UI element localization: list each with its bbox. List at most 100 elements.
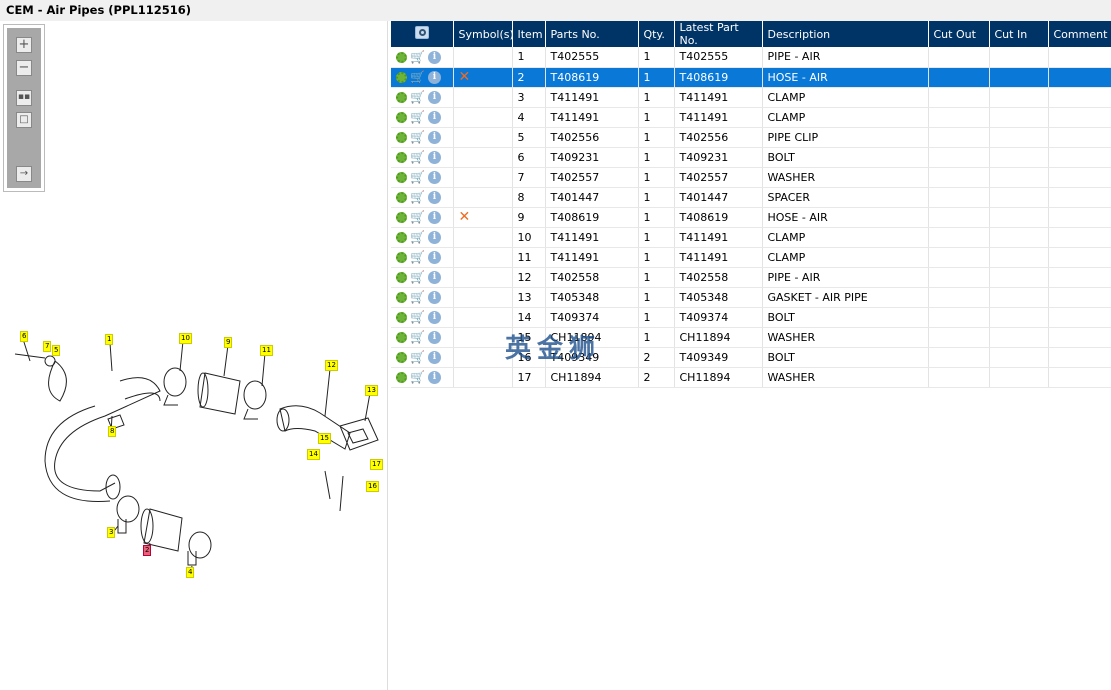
comment-cell: [1048, 107, 1111, 128]
callout-4[interactable]: 4: [186, 567, 195, 578]
column-header-parts-no[interactable]: Parts No.: [545, 21, 639, 47]
info-icon[interactable]: i: [428, 190, 441, 204]
gear-icon[interactable]: [396, 151, 407, 163]
column-header-cut-out[interactable]: Cut Out: [928, 21, 990, 47]
cart-icon[interactable]: 🛒: [410, 311, 425, 323]
info-icon[interactable]: i: [428, 110, 441, 124]
cart-icon[interactable]: 🛒: [410, 71, 425, 83]
column-header-item[interactable]: Item: [512, 21, 546, 47]
cart-icon[interactable]: 🛒: [410, 291, 425, 303]
cart-icon[interactable]: 🛒: [410, 151, 425, 163]
callout-10[interactable]: 10: [179, 333, 192, 344]
gear-icon[interactable]: [396, 231, 407, 243]
info-icon[interactable]: i: [428, 130, 441, 144]
callout-6[interactable]: 6: [20, 331, 29, 342]
callout-8[interactable]: 8: [108, 426, 117, 437]
callout-7[interactable]: 7: [43, 341, 52, 352]
table-row[interactable]: 🛒 i ✕ 9 T408619 1 T408619 HOSE - AIR: [391, 207, 1111, 228]
cart-icon[interactable]: 🛒: [410, 111, 425, 123]
gear-icon[interactable]: [396, 131, 407, 143]
info-icon[interactable]: i: [428, 330, 441, 344]
table-row[interactable]: 🛒 i 7 T402557 1 T402557 WASHER: [391, 167, 1111, 188]
info-icon[interactable]: i: [428, 310, 441, 324]
gear-icon[interactable]: [396, 91, 407, 103]
table-row[interactable]: 🛒 i 4 T411491 1 T411491 CLAMP: [391, 107, 1111, 128]
table-row[interactable]: 🛒 i 17 CH11894 2 CH11894 WASHER: [391, 367, 1111, 388]
callout-16[interactable]: 16: [366, 481, 379, 492]
callout-2[interactable]: 2: [143, 545, 152, 556]
gear-icon[interactable]: [396, 71, 407, 83]
info-icon[interactable]: i: [428, 270, 441, 284]
info-icon[interactable]: i: [428, 170, 441, 184]
gear-icon[interactable]: [396, 331, 407, 343]
callout-3[interactable]: 3: [107, 527, 116, 538]
column-header-symbols[interactable]: Symbol(s): [453, 21, 514, 47]
column-header-latest-part-no[interactable]: Latest Part No.: [674, 21, 763, 47]
table-row[interactable]: 🛒 i 1 T402555 1 T402555 PIPE - AIR: [391, 47, 1111, 68]
cart-icon[interactable]: 🛒: [410, 331, 425, 343]
gear-icon[interactable]: [396, 271, 407, 283]
cart-icon[interactable]: 🛒: [410, 351, 425, 363]
info-icon[interactable]: i: [428, 70, 441, 84]
table-row[interactable]: 🛒 i 10 T411491 1 T411491 CLAMP: [391, 227, 1111, 248]
cart-icon[interactable]: 🛒: [410, 271, 425, 283]
table-row[interactable]: 🛒 i 3 T411491 1 T411491 CLAMP: [391, 87, 1111, 108]
gear-icon[interactable]: [396, 51, 407, 63]
cart-icon[interactable]: 🛒: [410, 51, 425, 63]
gear-icon[interactable]: [396, 111, 407, 123]
callout-14[interactable]: 14: [307, 449, 320, 460]
table-row[interactable]: 🛒 i 16 T409349 2 T409349 BOLT: [391, 347, 1111, 368]
gear-icon[interactable]: [396, 351, 407, 363]
cart-icon[interactable]: 🛒: [410, 191, 425, 203]
cart-icon[interactable]: 🛒: [410, 171, 425, 183]
callout-11[interactable]: 11: [260, 345, 273, 356]
info-icon[interactable]: i: [428, 50, 441, 64]
table-row[interactable]: 🛒 i 15 CH11894 1 CH11894 WASHER: [391, 327, 1111, 348]
cart-icon[interactable]: 🛒: [410, 91, 425, 103]
callout-9[interactable]: 9: [224, 337, 233, 348]
info-icon[interactable]: i: [428, 150, 441, 164]
info-icon[interactable]: i: [428, 210, 441, 224]
info-icon[interactable]: i: [428, 250, 441, 264]
column-header-qty[interactable]: Qty.: [638, 21, 675, 47]
cut-out-cell: [928, 187, 990, 208]
cart-icon[interactable]: 🛒: [410, 251, 425, 263]
cart-icon[interactable]: 🛒: [410, 371, 425, 383]
info-icon[interactable]: i: [428, 90, 441, 104]
callout-5[interactable]: 5: [52, 345, 61, 356]
cart-icon[interactable]: 🛒: [410, 131, 425, 143]
search-list-icon[interactable]: [414, 26, 429, 39]
table-row[interactable]: 🛒 i 14 T409374 1 T409374 BOLT: [391, 307, 1111, 328]
callout-17[interactable]: 17: [370, 459, 383, 470]
gear-icon[interactable]: [396, 291, 407, 303]
table-row[interactable]: 🛒 i ✕ 2 T408619 1 T408619 HOSE - AIR: [391, 67, 1111, 88]
column-header-comment[interactable]: Comment: [1048, 21, 1111, 47]
table-row[interactable]: 🛒 i 6 T409231 1 T409231 BOLT: [391, 147, 1111, 168]
row-actions: 🛒 i: [391, 247, 454, 268]
diagram-panel[interactable]: + − ▪▪ □ → 6 7 5 1 10 9 11 12 13 15 14 1…: [0, 21, 388, 690]
gear-icon[interactable]: [396, 251, 407, 263]
gear-icon[interactable]: [396, 171, 407, 183]
info-icon[interactable]: i: [428, 290, 441, 304]
table-row[interactable]: 🛒 i 11 T411491 1 T411491 CLAMP: [391, 247, 1111, 268]
table-row[interactable]: 🛒 i 5 T402556 1 T402556 PIPE CLIP: [391, 127, 1111, 148]
gear-icon[interactable]: [396, 371, 407, 383]
column-header-description[interactable]: Description: [762, 21, 929, 47]
gear-icon[interactable]: [396, 211, 407, 223]
callout-13[interactable]: 13: [365, 385, 378, 396]
table-row[interactable]: 🛒 i 13 T405348 1 T405348 GASKET - AIR PIP…: [391, 287, 1111, 308]
info-icon[interactable]: i: [428, 230, 441, 244]
column-header-cut-in[interactable]: Cut In: [989, 21, 1049, 47]
table-row[interactable]: 🛒 i 8 T401447 1 T401447 SPACER: [391, 187, 1111, 208]
cart-icon[interactable]: 🛒: [410, 231, 425, 243]
cart-icon[interactable]: 🛒: [410, 211, 425, 223]
info-icon[interactable]: i: [428, 350, 441, 364]
info-icon[interactable]: i: [428, 370, 441, 384]
column-header-search[interactable]: [391, 21, 454, 47]
callout-15[interactable]: 15: [318, 433, 331, 444]
callout-1[interactable]: 1: [105, 334, 114, 345]
gear-icon[interactable]: [396, 311, 407, 323]
gear-icon[interactable]: [396, 191, 407, 203]
callout-12[interactable]: 12: [325, 360, 338, 371]
table-row[interactable]: 🛒 i 12 T402558 1 T402558 PIPE - AIR: [391, 267, 1111, 288]
